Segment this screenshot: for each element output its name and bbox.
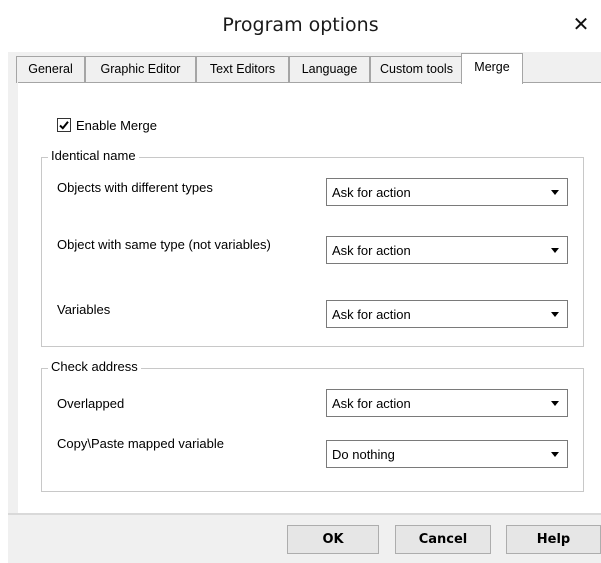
select-value: Ask for action	[332, 396, 411, 411]
select-value: Ask for action	[332, 307, 411, 322]
checkmark-icon	[59, 121, 69, 130]
cancel-button[interactable]: Cancel	[395, 525, 491, 554]
overlapped-select[interactable]: Ask for action	[326, 389, 568, 417]
help-button[interactable]: Help	[506, 525, 601, 554]
copy-paste-mapped-select[interactable]: Do nothing	[326, 440, 568, 468]
close-icon[interactable]: ✕	[571, 14, 591, 36]
footer-divider	[8, 513, 601, 515]
tab-custom-tools[interactable]: Custom tools	[370, 56, 463, 83]
tab-general[interactable]: General	[16, 56, 85, 83]
select-value: Ask for action	[332, 243, 411, 258]
object-same-type-select[interactable]: Ask for action	[326, 236, 568, 264]
dropdown-arrow-icon	[551, 248, 559, 253]
ok-button[interactable]: OK	[287, 525, 379, 554]
tab-merge[interactable]: Merge	[461, 53, 523, 84]
objects-different-types-label: Objects with different types	[57, 180, 213, 195]
identical-name-legend: Identical name	[48, 148, 139, 163]
variables-select[interactable]: Ask for action	[326, 300, 568, 328]
copy-paste-mapped-label: Copy\Paste mapped variable	[57, 436, 224, 451]
select-value: Do nothing	[332, 447, 395, 462]
dropdown-arrow-icon	[551, 401, 559, 406]
window-title: Program options	[222, 14, 379, 36]
tab-language[interactable]: Language	[289, 56, 370, 83]
tab-graphic-editor[interactable]: Graphic Editor	[85, 56, 196, 83]
dropdown-arrow-icon	[551, 190, 559, 195]
check-address-group	[41, 368, 584, 492]
enable-merge-label: Enable Merge	[76, 117, 157, 133]
objects-different-types-select[interactable]: Ask for action	[326, 178, 568, 206]
check-address-legend: Check address	[48, 359, 141, 374]
select-value: Ask for action	[332, 185, 411, 200]
object-same-type-label: Object with same type (not variables)	[57, 237, 271, 252]
overlapped-label: Overlapped	[57, 396, 125, 411]
checkbox-box[interactable]	[57, 118, 71, 132]
dropdown-arrow-icon	[551, 452, 559, 457]
variables-label: Variables	[57, 302, 111, 317]
dropdown-arrow-icon	[551, 312, 559, 317]
title-bar: Program options ✕	[0, 0, 601, 52]
enable-merge-checkbox[interactable]: Enable Merge	[57, 117, 157, 133]
tab-text-editors[interactable]: Text Editors	[196, 56, 289, 83]
